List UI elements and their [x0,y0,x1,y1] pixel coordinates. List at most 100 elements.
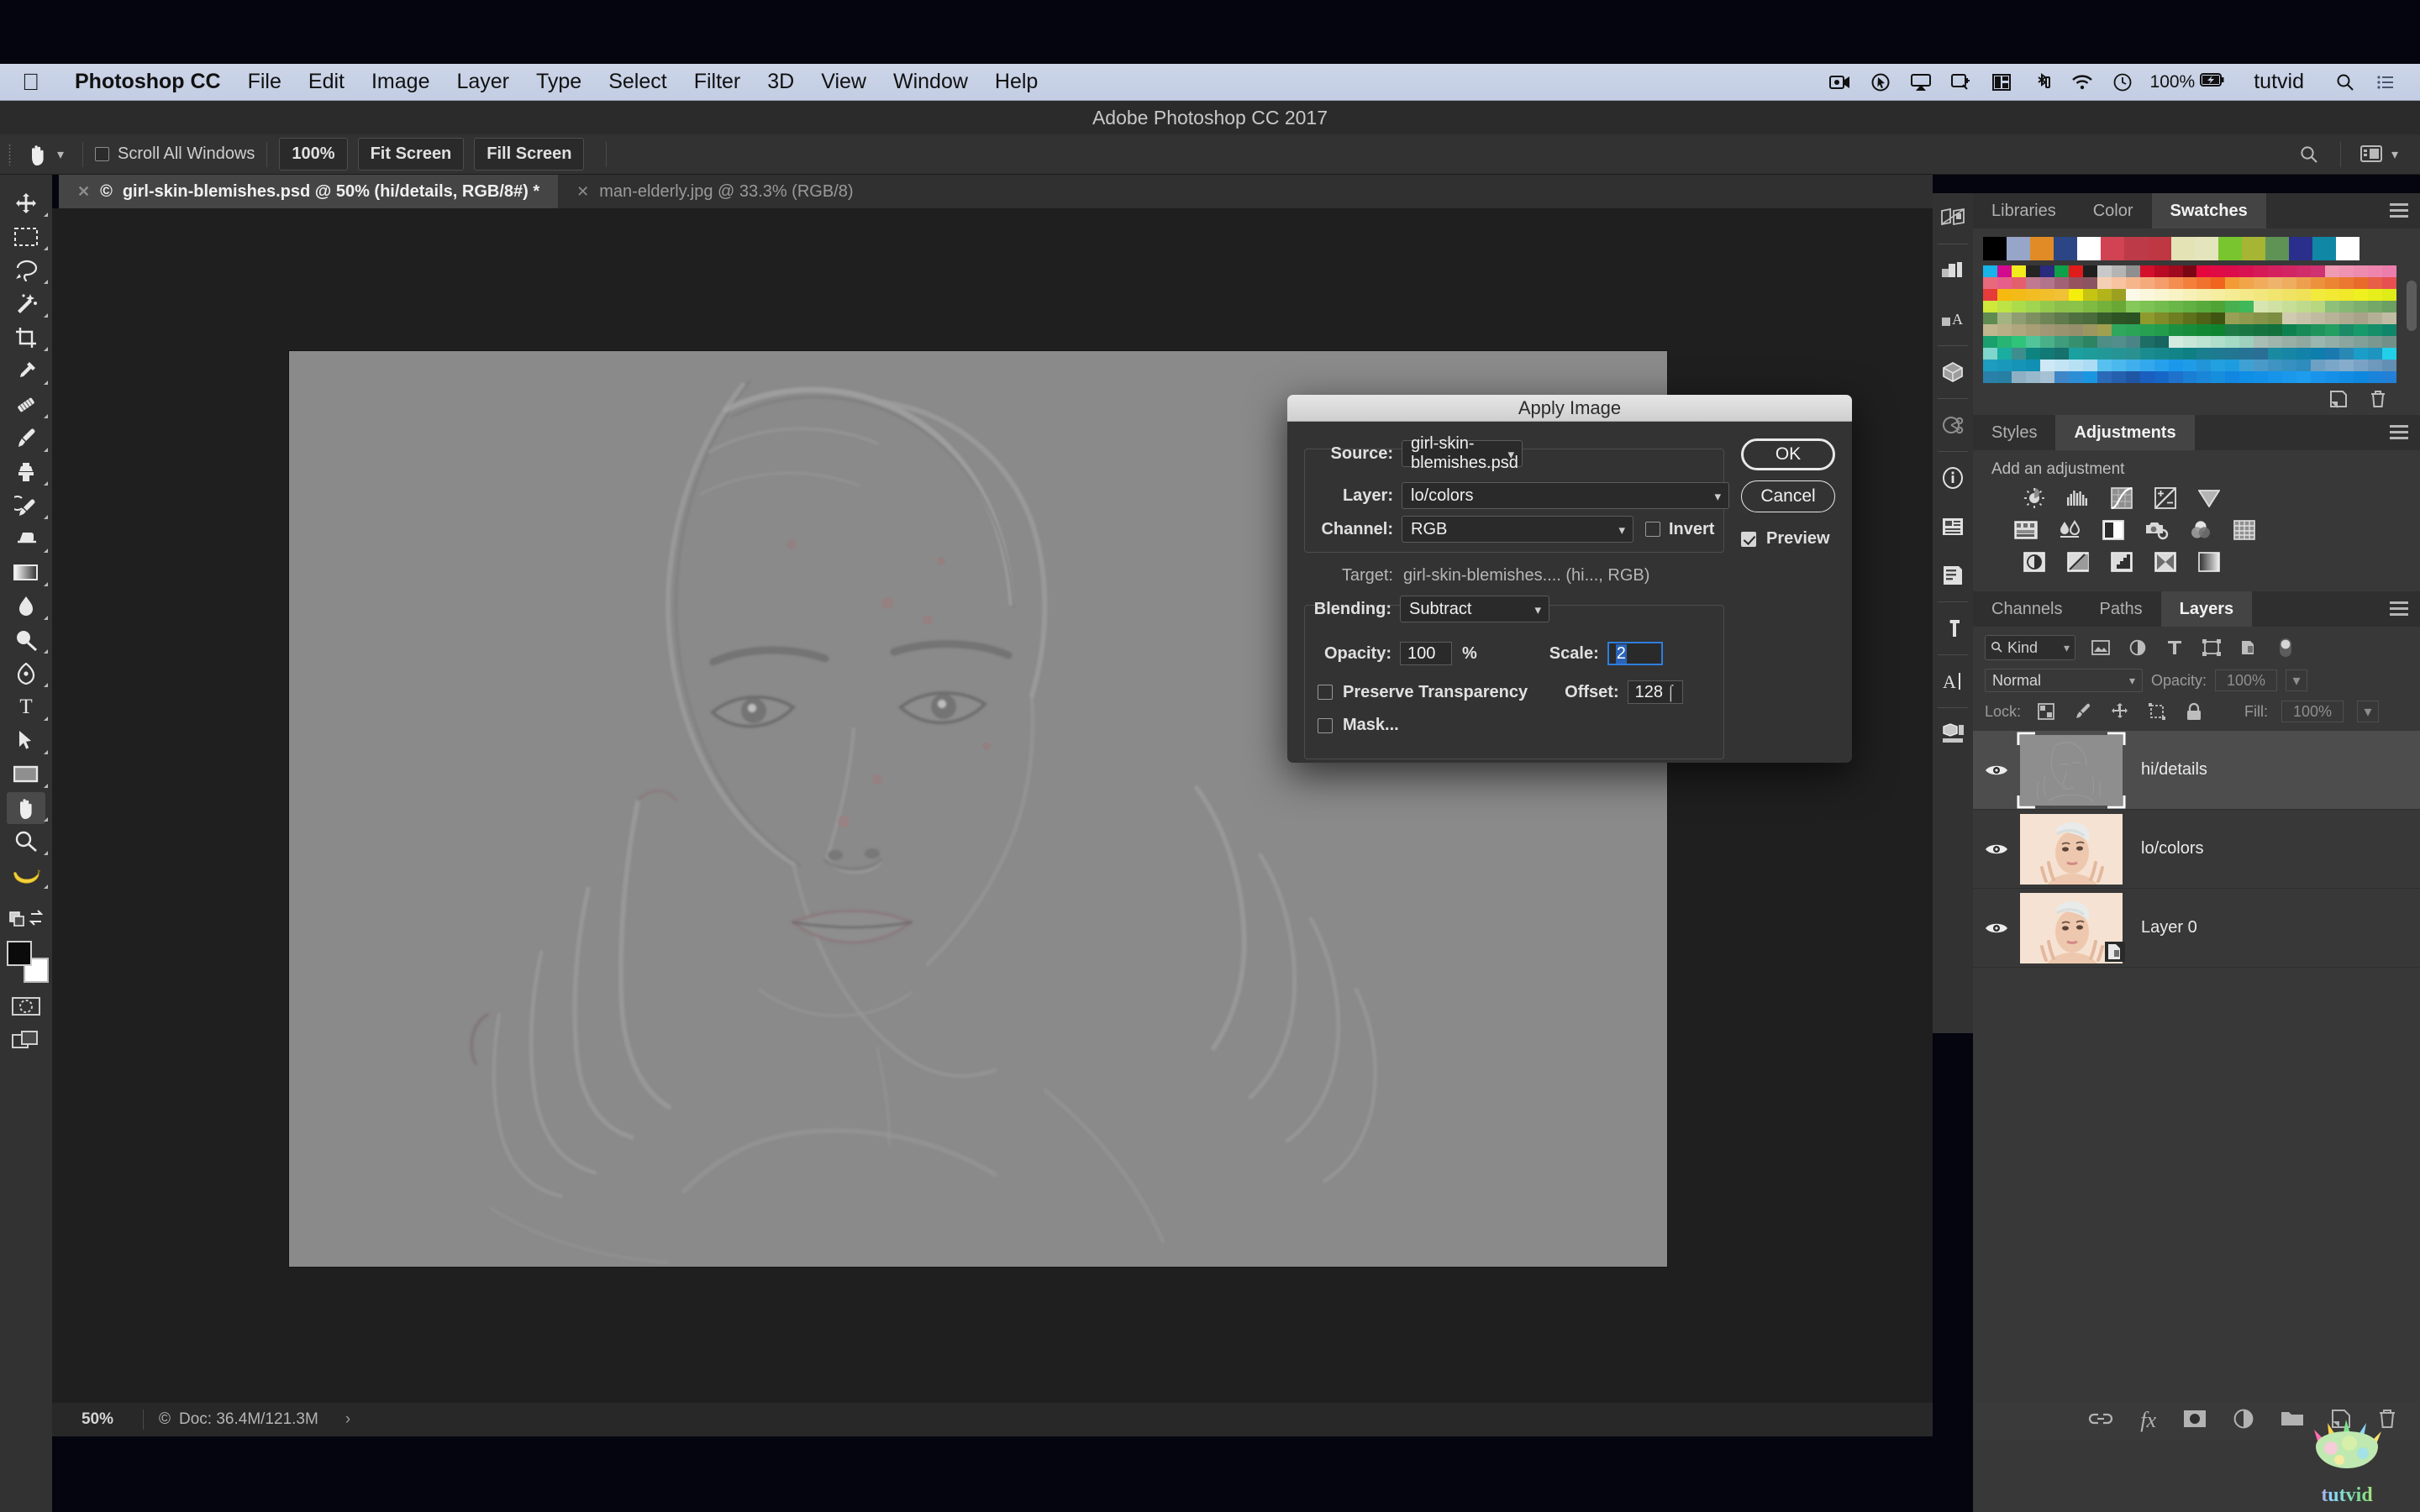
menu-view[interactable]: View [808,70,880,94]
swatch-chip[interactable] [2054,289,2069,301]
swatch-chip[interactable] [2068,301,2083,312]
swatch-chip[interactable] [2211,277,2226,289]
3d-icon[interactable] [1933,348,1973,396]
swatch-chip[interactable] [2168,360,2183,371]
swatch-chip[interactable] [1983,336,1997,348]
swatch-chip[interactable] [2254,360,2269,371]
tab-channels[interactable]: Channels [1973,591,2081,627]
swatches-scrollbar[interactable] [2407,272,2417,398]
swatch-chip[interactable] [2054,348,2069,360]
zoom-level[interactable]: 50% [52,1410,143,1429]
swatch-chip[interactable] [2082,265,2097,277]
layer-thumbnail[interactable] [2020,892,2125,963]
swatch-chip[interactable] [2096,301,2112,312]
swatch-chip[interactable] [2268,348,2283,360]
filter-shape-icon[interactable] [2200,637,2223,659]
swatch-chip[interactable] [2282,324,2297,336]
menu-window[interactable]: Window [880,70,981,94]
swatch-chip[interactable] [2296,371,2312,383]
swatch-chip[interactable] [1996,312,2012,324]
swatch-chip[interactable] [2296,265,2312,277]
swatch-chip[interactable] [2111,289,2126,301]
swatch-chip[interactable] [2368,265,2383,277]
swatch-chip[interactable] [2054,324,2069,336]
workspace-icon[interactable] [2353,138,2391,171]
swatch-chip[interactable] [2339,265,2354,277]
swatch-chip[interactable] [2296,289,2312,301]
3d-material-drop-icon[interactable] [1933,193,1973,242]
swatch-chip[interactable] [2254,277,2269,289]
swatch-chip[interactable] [2011,265,2026,277]
screen-mode-icon[interactable] [0,1023,52,1057]
swatch-chip[interactable] [2125,289,2140,301]
swatch-chip[interactable] [2254,312,2269,324]
swatch-chip[interactable] [2068,312,2083,324]
source-select[interactable]: girl-skin-blemishes.psd ▾ [1402,434,1523,472]
document-tab-man-elderly[interactable]: ✕ man-elderly.jpg @ 33.3% (RGB/8) [558,175,871,208]
swatch-chip[interactable] [2082,289,2097,301]
swatch-chip[interactable] [2225,371,2240,383]
swatch-chip[interactable] [2225,336,2240,348]
glyphs-icon[interactable]: A [1933,295,1973,344]
swatch-chip[interactable] [2096,312,2112,324]
swatch-chip[interactable] [2182,312,2197,324]
swatch-chip[interactable] [2311,371,2326,383]
close-icon[interactable]: ✕ [77,183,90,201]
tab-paths[interactable]: Paths [2081,591,2161,627]
swatch-chip[interactable] [2311,277,2326,289]
swatch-chip[interactable] [2282,336,2297,348]
swatch-chip[interactable] [2154,348,2169,360]
layer-name[interactable]: Layer 0 [2123,918,2197,937]
swatch-chip[interactable] [2111,301,2126,312]
swatch-chip[interactable] [2382,360,2396,371]
swatch-chip[interactable] [2382,301,2396,312]
swatch-chip[interactable] [1983,371,1997,383]
swatch-chip[interactable] [2139,336,2154,348]
swatch-chip[interactable] [2296,277,2312,289]
swatch-chip[interactable] [2354,312,2369,324]
swatch-chip[interactable] [2182,371,2197,383]
history-brush-tool-icon[interactable] [0,489,52,522]
swatch-chip[interactable] [1983,277,1997,289]
swatch-chip[interactable] [2196,360,2212,371]
swatch-chip[interactable] [2325,312,2340,324]
swatch-chip[interactable] [2011,301,2026,312]
swatch-chip[interactable] [2182,277,2197,289]
filter-toggle-icon[interactable] [2274,637,2297,659]
swatch-chip[interactable] [2354,265,2369,277]
edit-toolbar-icon[interactable] [0,902,52,936]
swatch-chip[interactable] [2325,324,2340,336]
swatch-chip[interactable] [2182,265,2197,277]
swatch-chip[interactable] [2296,348,2312,360]
ok-button[interactable]: OK [1741,438,1835,470]
swatch-chip[interactable] [2082,360,2097,371]
link-layers-icon[interactable] [2088,1411,2113,1431]
layer-fill-value[interactable]: 100% [2281,701,2344,722]
swatch-chip[interactable] [2354,336,2369,348]
blur-tool-icon[interactable] [0,590,52,623]
swatch-chip[interactable] [2282,265,2297,277]
foreground-color-swatch[interactable] [7,941,32,966]
menu-select[interactable]: Select [595,70,680,94]
swatch-chip[interactable] [2025,312,2040,324]
swatch-chip[interactable] [2082,336,2097,348]
pen-tool-icon[interactable] [0,657,52,690]
swatch-chip[interactable] [1996,289,2012,301]
swatch-chip[interactable] [2096,324,2112,336]
layer-blend-mode-select[interactable]: Normal ▾ [1985,669,2143,692]
apple-icon[interactable]:  [22,70,39,94]
swatch-chip[interactable] [2139,277,2154,289]
swatch-chip[interactable] [2325,277,2340,289]
opacity-field[interactable]: 100 [1400,642,1452,665]
swatch-chip[interactable] [2296,312,2312,324]
swatch-chip[interactable] [2054,265,2069,277]
measurement-log-icon[interactable] [1933,401,1973,449]
menu-file[interactable]: File [234,70,295,94]
swatch-chip[interactable] [2054,301,2069,312]
swatch-chip[interactable] [2311,324,2326,336]
swatch-chip[interactable] [2182,360,2197,371]
swatch-chip[interactable] [2154,301,2169,312]
menu-type[interactable]: Type [523,70,595,94]
clone-stamp-tool-icon[interactable] [0,455,52,489]
swatch-chip[interactable] [2239,277,2254,289]
